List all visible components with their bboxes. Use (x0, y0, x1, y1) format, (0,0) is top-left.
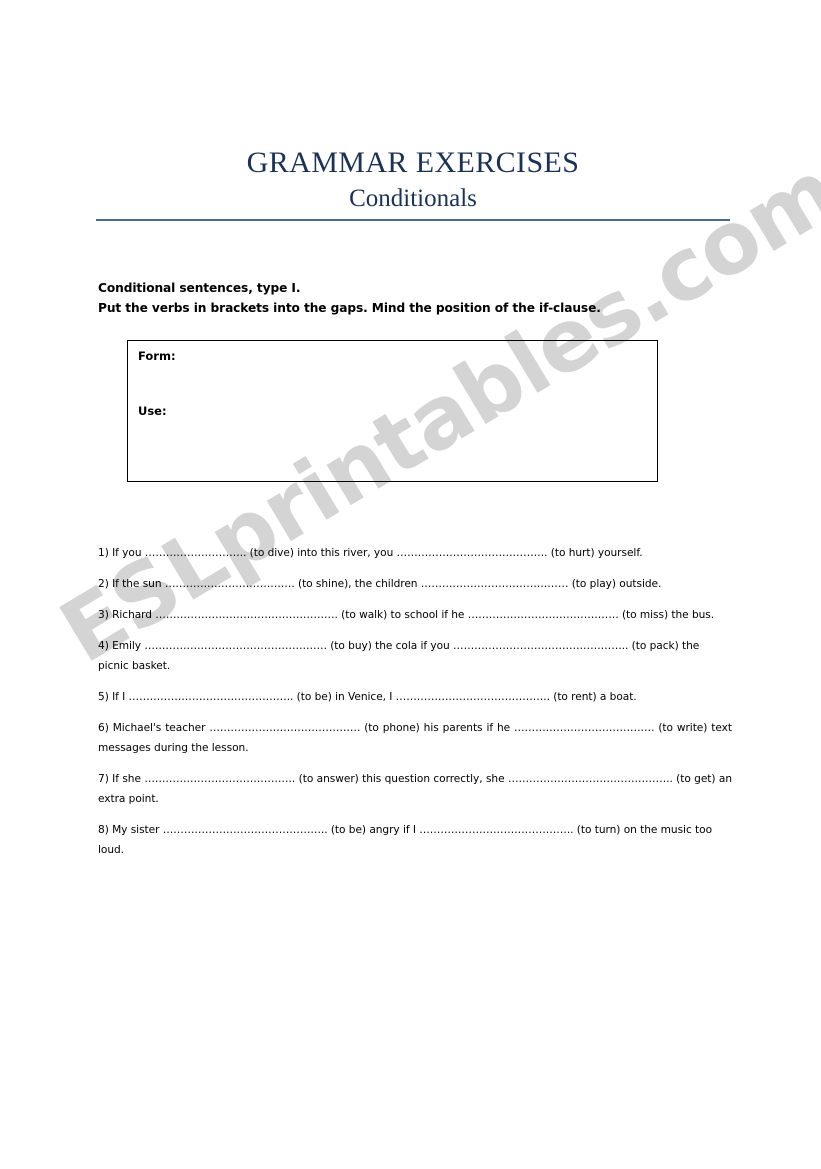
worksheet-page: ESLprintables.com GRAMMAR EXERCISES Cond… (0, 0, 821, 1169)
exercise-item[interactable]: 3) Richard ……………………………………………. (to walk) … (98, 605, 732, 625)
exercise-item[interactable]: 8) My sister ……………………………………….. (to be) a… (98, 820, 732, 860)
worksheet-content: GRAMMAR EXERCISES Conditionals Condition… (0, 0, 821, 1169)
instructions-block: Conditional sentences, type I. Put the v… (98, 278, 738, 318)
page-subtitle: Conditionals (349, 185, 477, 212)
instructions-heading: Conditional sentences, type I. (98, 281, 301, 295)
exercise-item[interactable]: 5) If I ……………………………………….. (to be) in Ven… (98, 687, 732, 707)
exercise-item[interactable]: 2) If the sun ………………………………. (to shine), … (98, 574, 732, 594)
exercise-item[interactable]: 1) If you ……………………….. (to dive) into thi… (98, 543, 732, 563)
exercise-item[interactable]: 7) If she ……………………………………. (to answer) th… (98, 769, 732, 809)
exercise-item[interactable]: 4) Emily ……………………………………………. (to buy) the… (98, 636, 732, 676)
use-label: Use: (138, 404, 167, 418)
exercise-item[interactable]: 6) Michael's teacher ……………………………………. (to… (98, 718, 732, 758)
page-title: GRAMMAR EXERCISES (246, 146, 580, 179)
title-block: GRAMMAR EXERCISES Conditionals (96, 146, 730, 214)
instructions-task: Put the verbs in brackets into the gaps.… (98, 301, 601, 315)
notes-box[interactable]: Form: Use: (127, 340, 658, 482)
title-divider (96, 219, 730, 221)
form-label: Form: (138, 349, 176, 363)
exercise-list: 1) If you ……………………….. (to dive) into thi… (98, 543, 732, 860)
